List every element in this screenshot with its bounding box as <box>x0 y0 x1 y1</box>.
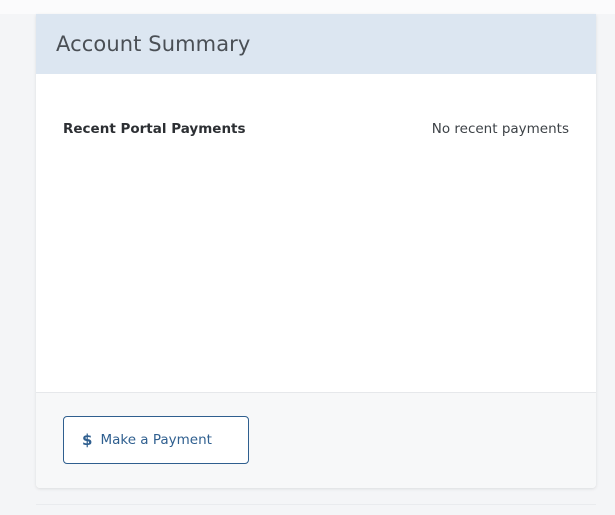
recent-payments-row: Recent Portal Payments No recent payment… <box>63 121 569 137</box>
card-title: Account Summary <box>56 32 251 56</box>
card-header: Account Summary <box>36 14 596 74</box>
account-summary-card: Account Summary Recent Portal Payments N… <box>36 14 596 488</box>
make-payment-label: Make a Payment <box>100 432 212 448</box>
recent-payments-label: Recent Portal Payments <box>63 121 246 137</box>
bottom-divider <box>36 504 596 505</box>
card-footer: $ Make a Payment <box>36 392 596 488</box>
card-body: Recent Portal Payments No recent payment… <box>36 74 596 392</box>
make-payment-button[interactable]: $ Make a Payment <box>63 416 249 464</box>
dollar-icon: $ <box>82 431 93 449</box>
page-top-strip <box>0 0 615 14</box>
recent-payments-value: No recent payments <box>431 121 569 137</box>
